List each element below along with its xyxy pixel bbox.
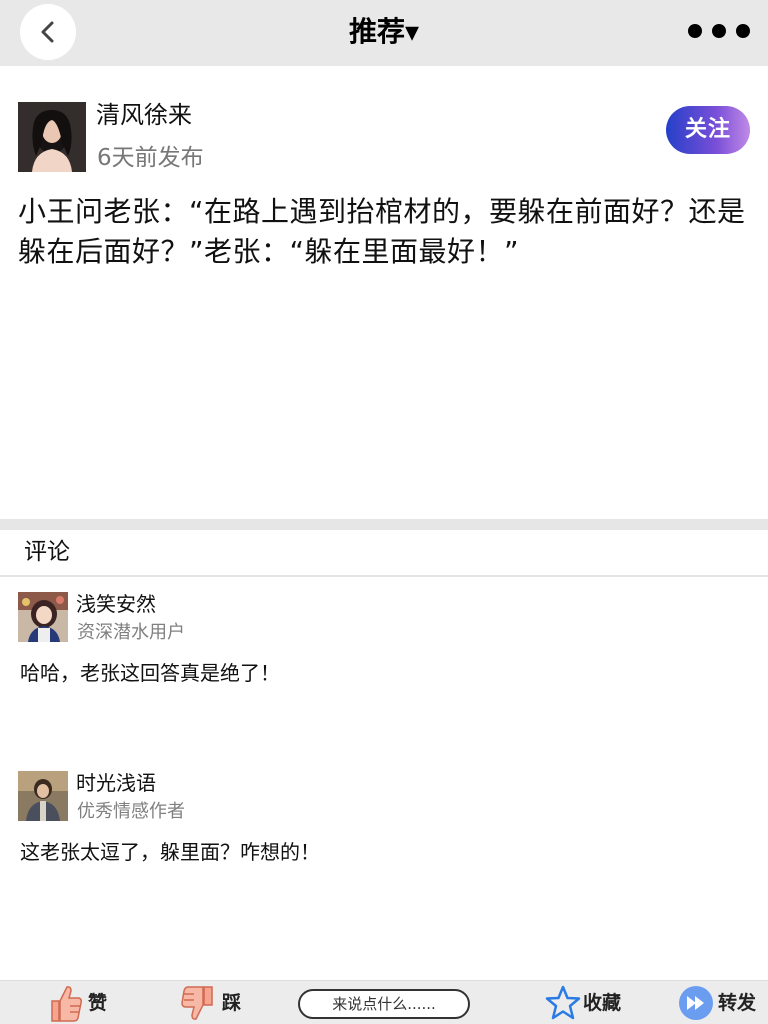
comments-heading: 评论 — [24, 539, 70, 565]
comment-text: 这老张太逗了，躲里面？咋想的！ — [20, 840, 320, 864]
post-timestamp: 6天前发布 — [97, 145, 204, 171]
top-nav-bar: 推荐▾ — [0, 0, 768, 66]
comment-avatar-image — [18, 592, 68, 642]
dislike-button[interactable]: 踩 — [180, 981, 244, 1024]
comment-input[interactable]: 来说点什么...... — [298, 989, 470, 1019]
comment-author-role: 资深潜水用户 — [77, 622, 185, 643]
dislike-label: 踩 — [222, 992, 242, 1014]
fast-forward-icon — [679, 986, 713, 1020]
comment-avatar[interactable] — [18, 592, 68, 642]
author-name[interactable]: 清风徐来 — [96, 98, 192, 132]
thumbs-down-icon — [181, 986, 213, 1020]
page-title[interactable]: 推荐▾ — [0, 12, 768, 52]
comment-text: 哈哈，老张这回答真是绝了！ — [20, 661, 280, 685]
comment-author-role: 优秀情感作者 — [77, 801, 185, 822]
comment-avatar[interactable] — [18, 771, 68, 821]
section-divider — [0, 519, 768, 530]
comment-author-name[interactable]: 浅笑安然 — [76, 590, 156, 618]
more-options-button[interactable] — [688, 22, 752, 40]
share-label: 转发 — [718, 992, 757, 1014]
post-content: 小王问老张：“在路上遇到抬棺材的，要躲在前面好？还是躲在后面好？”老张：“躲在里… — [18, 195, 746, 268]
more-dots-icon — [688, 24, 702, 38]
author-avatar-image — [18, 102, 86, 172]
favorite-button[interactable]: 收藏 — [545, 981, 625, 1024]
share-button[interactable]: 转发 — [678, 981, 762, 1024]
more-dot — [712, 24, 726, 38]
author-avatar[interactable] — [18, 102, 86, 172]
comments-divider — [0, 575, 768, 577]
follow-button[interactable]: 关注 — [666, 106, 750, 154]
more-dot — [736, 24, 750, 38]
like-label: 赞 — [88, 992, 108, 1014]
star-icon — [545, 985, 581, 1020]
favorite-label: 收藏 — [583, 992, 622, 1014]
bottom-action-bar: 赞 踩 来说点什么...... 收藏 转发 — [0, 980, 768, 1024]
comment-author-name[interactable]: 时光浅语 — [76, 769, 156, 797]
thumbs-up-icon — [51, 986, 82, 1022]
like-button[interactable]: 赞 — [48, 981, 112, 1024]
comment-avatar-image — [18, 771, 68, 821]
